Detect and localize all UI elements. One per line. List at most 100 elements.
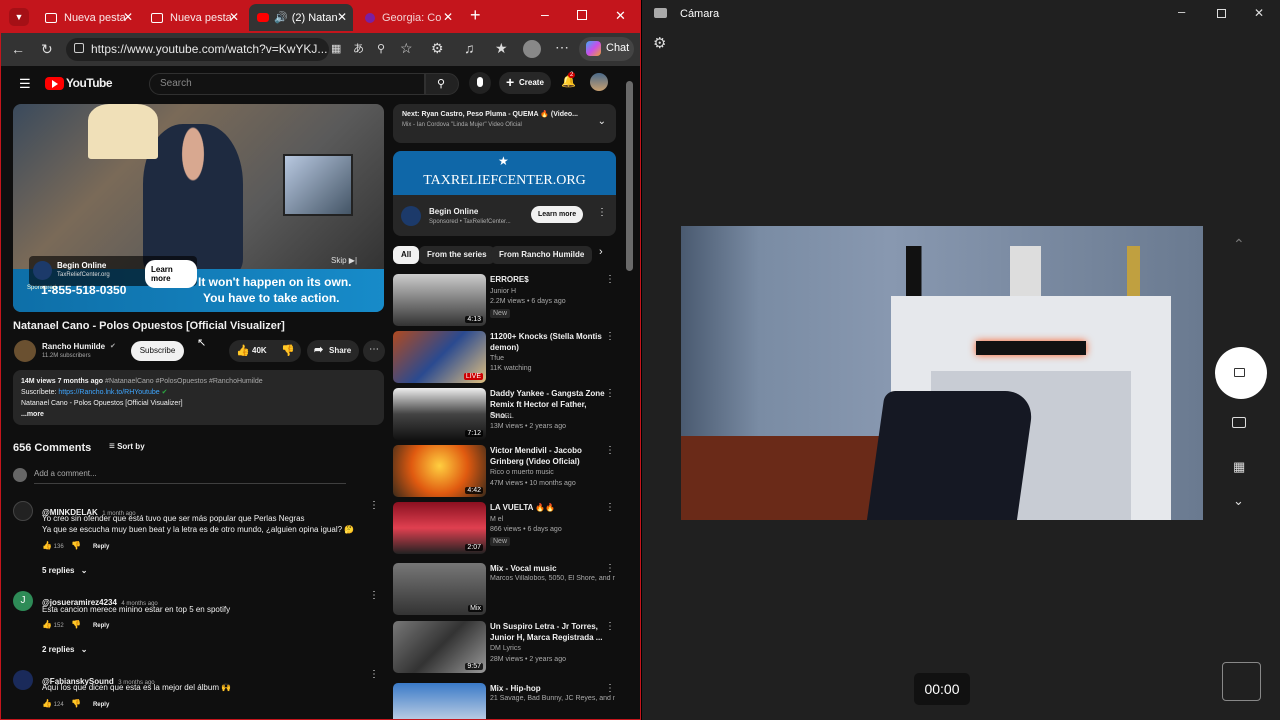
sidebar-ad[interactable]: ★ TAXRELIEFCENTER.ORG Begin Online Spons…	[393, 151, 616, 236]
chevron-down-icon[interactable]: ⌄	[598, 116, 606, 127]
address-bar[interactable]: https://www.youtube.com/watch?v=KwYKJ...	[66, 38, 329, 61]
dislike-thumb-icon[interactable]: 👎	[71, 541, 81, 550]
reply-button[interactable]: Reply	[93, 544, 109, 550]
comment-avatar[interactable]	[13, 670, 33, 690]
close-tab-icon[interactable]: ✕	[443, 10, 453, 24]
recommendation-item[interactable]: Mix - Hip-hop 21 Savage, Bad Bunny, JC R…	[393, 683, 615, 719]
more-vertical-icon[interactable]: ⋮	[605, 388, 615, 399]
tab-youtube[interactable]: 🔊 (2) Natan ✕	[249, 4, 353, 31]
show-more-link[interactable]: ...more	[21, 409, 376, 420]
add-comment-input[interactable]: Add a comment...	[34, 469, 346, 484]
more-vertical-icon[interactable]: ⋮	[605, 683, 615, 694]
like-thumb-icon[interactable]: 👍	[42, 699, 52, 708]
scroll-up-chevron-icon[interactable]: ⌃	[1233, 236, 1245, 253]
subscribe-button[interactable]: Subscribe	[131, 341, 184, 361]
maximize-button[interactable]	[577, 10, 587, 20]
chip-all[interactable]: All	[393, 246, 420, 264]
description-box[interactable]: 14M views 7 months ago #NatanaelCano #Po…	[13, 370, 384, 425]
ad-learn-more-button[interactable]: Learn more	[531, 206, 584, 223]
tab-actions-button[interactable]: ▼	[9, 8, 29, 26]
more-actions-button[interactable]: ⋯	[363, 340, 385, 362]
recommendation-item[interactable]: 7:12 Daddy Yankee - Gangsta Zone Remix f…	[393, 388, 615, 443]
minimize-button[interactable]: –	[1178, 4, 1185, 19]
recommendation-item[interactable]: 4:42 Victor Mendivil - Jacobo Grinberg (…	[393, 445, 615, 500]
more-vertical-icon[interactable]: ⋮	[605, 274, 615, 285]
subscribe-link[interactable]: https://Rancho.lnk.to/RHYoutube	[58, 389, 159, 396]
close-tab-icon[interactable]: ✕	[337, 10, 347, 24]
skip-ad-button[interactable]: Skip ▶|	[331, 256, 357, 265]
qr-code-icon[interactable]: ▦	[1233, 459, 1245, 475]
search-input[interactable]: Search	[149, 73, 425, 95]
create-button[interactable]: + Create	[499, 72, 551, 94]
comment-avatar[interactable]: J	[13, 591, 33, 611]
ad-learn-more-button[interactable]: Learn more	[145, 260, 197, 288]
more-vertical-icon[interactable]: ⋮	[605, 502, 615, 513]
like-count[interactable]: 40K	[252, 346, 267, 355]
new-tab-button[interactable]: +	[470, 5, 481, 26]
gallery-thumbnail-button[interactable]	[1222, 662, 1261, 701]
settings-gear-icon[interactable]: ⚙	[653, 34, 666, 52]
close-window-button[interactable]: ✕	[615, 8, 626, 24]
up-next-panel[interactable]: Next: Ryan Castro, Peso Pluma - QUEMA 🔥 …	[393, 104, 616, 143]
replies-toggle[interactable]: 5 replies ⌄	[42, 566, 87, 575]
recommendation-item[interactable]: Mix Mix - Vocal music Marcos Villalobos,…	[393, 563, 615, 618]
share-button[interactable]: ➦ Share	[307, 340, 359, 362]
chevron-right-icon[interactable]: ›	[599, 246, 603, 258]
profile-avatar[interactable]	[523, 40, 541, 58]
comment-menu-icon[interactable]: ⋮	[369, 669, 379, 680]
favorite-star-icon[interactable]: ☆	[400, 40, 413, 56]
reply-button[interactable]: Reply	[93, 623, 109, 629]
hamburger-menu-icon[interactable]: ☰	[19, 76, 31, 92]
comment-menu-icon[interactable]: ⋮	[369, 500, 379, 511]
comment-menu-icon[interactable]: ⋮	[369, 590, 379, 601]
close-tab-icon[interactable]: ✕	[229, 10, 239, 24]
recommendation-item[interactable]: 2:07 LA VUELTA 🔥🔥 M el 866 views • 6 day…	[393, 502, 615, 557]
refresh-icon[interactable]: ↻	[41, 41, 53, 57]
video-mode-button[interactable]	[1215, 347, 1267, 399]
ad-info-card[interactable]: Begin Online TaxReliefCenter.org Learn m…	[29, 256, 197, 288]
translate-icon[interactable]: あ	[353, 41, 364, 57]
hashtags[interactable]: #NatanaelCano #PolosOpuestos #RanchoHumi…	[105, 378, 263, 385]
tab-1[interactable]: Nueva pesta ✕	[35, 4, 139, 31]
dislike-thumb-icon[interactable]: 👎	[71, 699, 81, 708]
maximize-button[interactable]	[1217, 9, 1226, 18]
more-vertical-icon[interactable]: ⋮	[605, 331, 615, 342]
zoom-icon[interactable]: ⚲	[377, 41, 385, 57]
like-thumb-icon[interactable]: 👍	[42, 620, 52, 629]
close-tab-icon[interactable]: ✕	[123, 10, 133, 24]
dislike-thumb-icon[interactable]: 👎	[281, 344, 295, 357]
like-thumb-icon[interactable]: 👍	[236, 344, 250, 357]
tab-2[interactable]: Nueva pesta ✕	[141, 4, 245, 31]
youtube-logo[interactable]: YouTube	[45, 76, 113, 90]
dislike-thumb-icon[interactable]: 👎	[71, 620, 81, 629]
more-vertical-icon[interactable]: ⋮	[605, 445, 615, 456]
media-icon[interactable]: ♫	[464, 40, 475, 56]
reply-button[interactable]: Reply	[93, 702, 109, 708]
more-vertical-icon[interactable]: ⋮	[605, 563, 615, 574]
replies-toggle[interactable]: 2 replies ⌄	[42, 645, 87, 654]
copilot-chat-button[interactable]: Chat	[579, 37, 634, 61]
sort-by-button[interactable]: ≡ Sort by	[109, 441, 145, 452]
close-window-button[interactable]: ✕	[1254, 6, 1264, 20]
comment-avatar[interactable]	[13, 501, 33, 521]
more-vertical-icon[interactable]: ⋮	[605, 621, 615, 632]
account-avatar[interactable]	[590, 73, 608, 91]
channel-avatar[interactable]	[14, 340, 36, 362]
channel-name[interactable]: Rancho Humilde	[42, 342, 105, 351]
recommendation-item[interactable]: 9:57 Un Suspiro Letra - Jr Torres, Junio…	[393, 621, 615, 676]
split-screen-icon[interactable]: ▦	[331, 41, 341, 57]
favorites-icon[interactable]: ★	[495, 40, 508, 56]
tab-4[interactable]: Georgia: Co ✕	[355, 4, 459, 31]
video-player[interactable]: It won't happen on its own. You have to …	[13, 104, 384, 312]
back-icon[interactable]: ←	[11, 41, 25, 57]
minimize-button[interactable]: –	[541, 6, 549, 22]
like-thumb-icon[interactable]: 👍	[42, 541, 52, 550]
chip-from-channel[interactable]: From Rancho Humilde	[491, 246, 593, 264]
recommendation-item[interactable]: LIVE 11200+ Knocks (Stella Montis demon)…	[393, 331, 615, 386]
photo-mode-icon[interactable]	[1232, 417, 1246, 428]
chip-from-series[interactable]: From the series	[419, 246, 495, 264]
page-scrollbar[interactable]	[626, 81, 633, 271]
extensions-icon[interactable]: ⚙	[431, 40, 444, 56]
more-menu-icon[interactable]: ⋯	[555, 39, 569, 55]
speaker-icon[interactable]: 🔊	[274, 11, 288, 24]
